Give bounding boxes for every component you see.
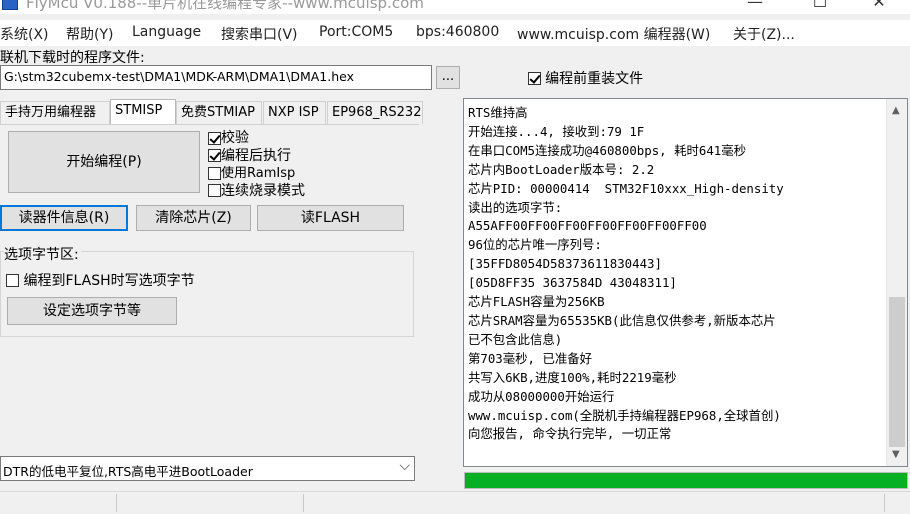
tab-nxp-isp[interactable]: NXP ISP — [263, 101, 326, 124]
tab-handheld-programmer[interactable]: 手持万用编程器 — [0, 101, 110, 124]
minimize-button[interactable]: — — [732, 0, 778, 14]
status-separator — [884, 494, 885, 512]
log-line: 芯片SRAM容量为65535KB(此信息仅供参考,新版本芯片 — [468, 312, 776, 328]
verify-checkbox[interactable] — [208, 131, 221, 145]
log-line: 芯片FLASH容量为256KB — [468, 294, 605, 310]
verify-label: 校验 — [221, 130, 249, 146]
menu-port[interactable]: Port:COM5 — [319, 24, 393, 40]
menu-search-port[interactable]: 搜索串口(V) — [221, 24, 298, 44]
title-bar: FlyMcu V0.188--单片机在线编程专家--www.mcuisp.com… — [0, 0, 910, 14]
option-bytes-group-label: 选项字节区: — [4, 244, 81, 264]
log-line: 在串口COM5连接成功@460800bps, 耗时641毫秒 — [468, 142, 747, 158]
run-after-program-checkbox[interactable] — [208, 149, 221, 162]
run-after-program-option[interactable]: 编程后执行 — [208, 148, 305, 166]
menu-bps[interactable]: bps:460800 — [416, 24, 499, 40]
reload-before-program-checkbox[interactable]: 编程前重装文件 — [528, 68, 643, 88]
reset-mode-value: DTR的低电平复位,RTS高电平进BootLoader — [3, 464, 253, 479]
use-ramisp-label: 使用RamIsp — [221, 166, 296, 181]
browse-file-button[interactable]: ... — [436, 66, 460, 89]
program-file-label: 联机下载时的程序文件: — [0, 50, 145, 66]
app-icon — [2, 0, 18, 10]
menu-language[interactable]: Language — [132, 24, 201, 40]
log-line: 读出的选项字节: — [468, 199, 563, 215]
log-line: 芯片内BootLoader版本号: 2.2 — [468, 161, 655, 177]
status-separator — [116, 494, 117, 512]
log-line: 共写入6KB,进度100%,耗时2219毫秒 — [468, 369, 677, 385]
verify-option[interactable]: 校验 — [208, 130, 305, 148]
menu-about[interactable]: 关于(Z)... — [733, 24, 795, 44]
tab-free-stmiap[interactable]: 免费STMIAP — [176, 101, 262, 124]
log-line: 已不包含此信息) — [468, 331, 563, 347]
log-line: 成功从08000000开始运行 — [468, 388, 615, 404]
menu-system[interactable]: 系统(X) — [0, 24, 49, 44]
read-flash-button[interactable]: 读FLASH — [257, 205, 404, 231]
close-button[interactable]: ✕ — [856, 0, 902, 14]
menu-programmer[interactable]: www.mcuisp.com 编程器(W) — [517, 24, 710, 44]
log-line: 96位的芯片唯一序列号: — [468, 237, 602, 253]
log-line: [05D8FF35 3637584D 43048311] — [468, 275, 677, 291]
use-ramisp-option[interactable]: 使用RamIsp — [208, 165, 305, 183]
log-line: 第703毫秒, 已准备好 — [468, 350, 593, 366]
continuous-burn-option[interactable]: 连续烧录模式 — [208, 183, 305, 201]
write-option-bytes-label: 编程到FLASH时写选项字节 — [23, 273, 195, 289]
status-separator — [303, 494, 304, 512]
program-file-path-input[interactable]: G:\stm32cubemx-test\DMA1\MDK-ARM\DMA1\DM… — [0, 65, 432, 90]
use-ramisp-checkbox[interactable] — [208, 166, 221, 180]
continuous-burn-label: 连续烧录模式 — [221, 182, 305, 199]
scroll-up-icon[interactable]: ▲ — [892, 105, 900, 116]
reload-checkbox-label: 编程前重装文件 — [545, 71, 644, 87]
log-line: A55AFF00FF00FF00FF00FF00FF00FF00 — [468, 218, 707, 234]
log-output[interactable]: RTS维持高开始连接...4, 接收到:79 1F 在串口COM5连接成功@460… — [463, 98, 908, 467]
log-line: 向您报告, 命令执行完毕, 一切正常 — [468, 426, 672, 442]
set-option-bytes-button[interactable]: 设定选项字节等 — [7, 297, 177, 325]
erase-chip-button[interactable]: 清除芯片(Z) — [136, 205, 251, 231]
options-checklist: 校验 编程后执行 使用RamIsp 连续烧录模式 — [208, 130, 305, 200]
log-line: www.mcuisp.com(全脱机手持编程器EP968,全球首创) — [468, 407, 781, 423]
status-bar — [0, 491, 910, 514]
progress-bar — [464, 472, 908, 489]
reload-checkbox-box[interactable] — [528, 71, 541, 85]
continuous-burn-checkbox[interactable] — [208, 184, 221, 197]
window-title: FlyMcu V0.188--单片机在线编程专家--www.mcuisp.com — [26, 0, 424, 12]
read-device-info-button[interactable]: 读器件信息(R) — [0, 205, 128, 231]
reset-mode-select[interactable]: DTR的低电平复位,RTS高电平进BootLoader ⌵ — [0, 456, 415, 481]
write-option-bytes-option[interactable]: 编程到FLASH时写选项字节 — [6, 270, 195, 290]
log-scrollbar[interactable]: ▲ ▼ — [886, 99, 907, 466]
program-file-path: G:\stm32cubemx-test\DMA1\MDK-ARM\DMA1\DM… — [4, 69, 355, 84]
write-option-bytes-checkbox[interactable] — [6, 273, 19, 287]
menu-bar: 系统(X) 帮助(Y) Language 搜索串口(V) Port:COM5 b… — [0, 20, 910, 46]
menu-help[interactable]: 帮助(Y) — [66, 24, 113, 44]
log-text: RTS维持高开始连接...4, 接收到:79 1F 在串口COM5连接成功@460… — [468, 104, 883, 444]
log-line: RTS维持高 — [468, 105, 528, 120]
tab-ep968-rs232[interactable]: EP968_RS232 — [327, 101, 423, 124]
chevron-down-icon[interactable]: ⌵ — [399, 458, 410, 474]
maximize-button[interactable]: ☐ — [797, 0, 843, 14]
scroll-down-icon[interactable]: ▼ — [892, 449, 900, 460]
start-programming-button[interactable]: 开始编程(P) — [8, 131, 200, 193]
scrollbar-thumb[interactable] — [889, 297, 905, 447]
log-line: 开始连接...4, 接收到:79 1F — [468, 123, 645, 139]
run-after-program-label: 编程后执行 — [221, 147, 291, 164]
log-line: 芯片PID: 00000414 STM32F10xxx_High-density — [468, 180, 784, 196]
log-line: [35FFD8054D58373611830443] — [468, 256, 662, 272]
progress-fill — [465, 473, 907, 488]
tab-stmisp[interactable]: STMISP — [110, 99, 176, 125]
